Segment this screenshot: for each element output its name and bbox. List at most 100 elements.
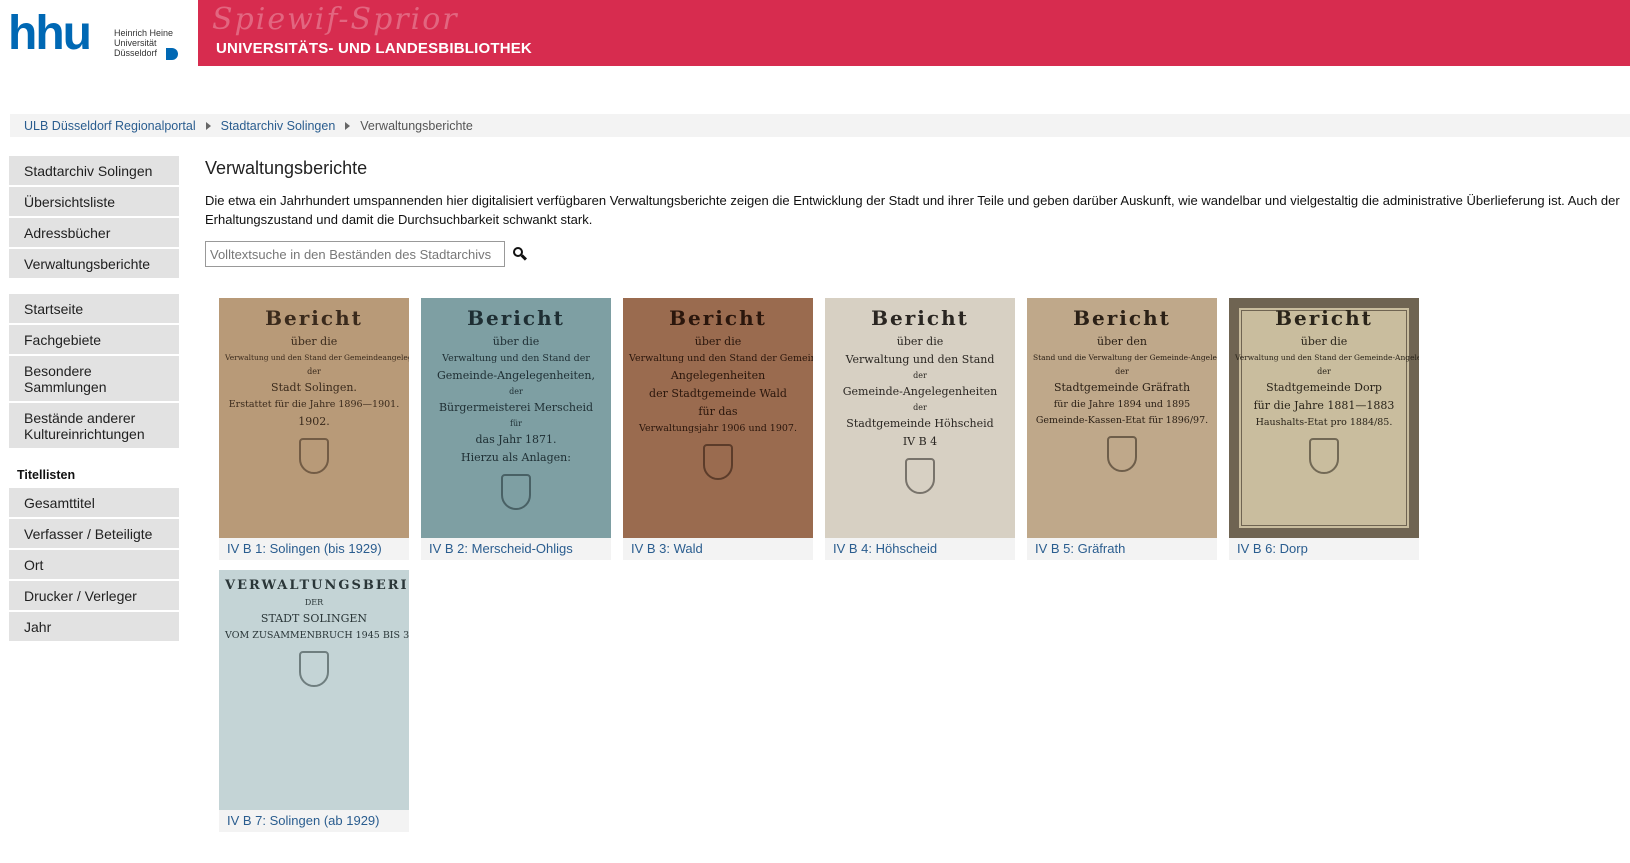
cover-text-line: Stadt Solingen. [271, 381, 357, 394]
report-card-label[interactable]: IV B 3: Wald [631, 541, 703, 556]
site-header: hhu Heinrich Heine Universität Düsseldor… [0, 0, 1630, 66]
sidebar-item-fachgebiete[interactable]: Fachgebiete [9, 325, 179, 354]
sidebar-item-gesamttitel[interactable]: Gesamttitel [9, 488, 179, 517]
sidebar-item-adressbuecher[interactable]: Adressbücher [9, 218, 179, 247]
cover-text-line: DER [304, 598, 324, 607]
report-card[interactable]: Bericht über den Stand und die Verwaltung … [1027, 298, 1217, 560]
main-content: Verwaltungsberichte Die etwa ein Jahrhun… [205, 156, 1625, 267]
cover-title-text: Bericht [467, 306, 565, 330]
sidebar-item-drucker[interactable]: Drucker / Verleger [9, 581, 179, 610]
cover-text-line: 1902. [298, 415, 330, 428]
report-cover-image[interactable]: Bericht über die Verwaltung und den Stand … [623, 298, 813, 538]
logo-sub-line: Universität [114, 38, 157, 48]
sidebar-item-bestaende-anderer[interactable]: Bestände anderer Kultureinrichtungen [9, 403, 179, 448]
sidebar-item-besondere-sammlungen[interactable]: Besondere Sammlungen [9, 356, 179, 401]
cover-text-line: Gemeinde-Angelegenheiten [842, 385, 998, 398]
breadcrumb-current: Verwaltungsberichte [360, 118, 473, 133]
cover-text-line: für die Jahre 1894 und 1895 [1053, 399, 1191, 410]
search-icon[interactable] [512, 246, 528, 262]
banner-title: UNIVERSITÄTS- UND LANDESBIBLIOTHEK [216, 40, 532, 57]
cover-text-line: Haushalts-Etat pro 1884/85. [1255, 417, 1393, 428]
cover-text-line: der [1115, 367, 1129, 376]
report-card[interactable]: Bericht über die Verwaltung und den Stand … [219, 298, 409, 560]
cover-text-line: über die [896, 335, 944, 348]
cover-text-line: über die [1300, 335, 1348, 348]
report-card-label[interactable]: IV B 5: Gräfrath [1035, 541, 1125, 556]
report-card[interactable]: Bericht über die Verwaltung und den Stand … [1229, 298, 1419, 560]
cover-text-line: das Jahr 1871. [475, 433, 557, 446]
breadcrumb-link-regionalportal[interactable]: ULB Düsseldorf Regionalportal [24, 119, 196, 133]
sidebar-item-stadtarchiv[interactable]: Stadtarchiv Solingen [9, 156, 179, 185]
cover-text-line: Erstattet für die Jahre 1896—1901. [228, 399, 400, 410]
page-title: Verwaltungsberichte [205, 158, 368, 178]
sidebar-item-uebersichtsliste[interactable]: Übersichtsliste [9, 187, 179, 216]
cover-text-line: über die [492, 335, 540, 348]
report-card-label[interactable]: IV B 4: Höhscheid [833, 541, 937, 556]
sidebar-item-ort[interactable]: Ort [9, 550, 179, 579]
hhu-logo-text: hhu [8, 7, 92, 60]
hhu-logo[interactable]: hhu Heinrich Heine Universität Düsseldor… [0, 0, 198, 66]
cover-text-line: Verwaltung und den Stand der Gemeinde-An… [1235, 353, 1419, 362]
logo-sub-line: Heinrich Heine [114, 28, 174, 38]
library-banner[interactable]: Spiewif-Sprior UNIVERSITÄTS- UND LANDESB… [198, 0, 1630, 66]
report-card-label[interactable]: IV B 2: Merscheid-Ohligs [429, 541, 573, 556]
cover-text-line: der [1317, 367, 1331, 376]
intro-text: Die etwa ein Jahrhundert umspannenden hi… [205, 193, 1620, 227]
sidebar-group-portal: Startseite Fachgebiete Besondere Sammlun… [9, 294, 179, 448]
sidebar-item-verwaltungsberichte[interactable]: Verwaltungsberichte [9, 249, 179, 278]
sidebar-item-startseite[interactable]: Startseite [9, 294, 179, 323]
cover-text-line: Gemeinde-Angelegenheiten, [437, 369, 595, 382]
cover-text-line: der [509, 387, 523, 396]
sidebar-group-archive: Stadtarchiv Solingen Übersichtsliste Adr… [9, 156, 179, 278]
cover-title-text: Bericht [265, 306, 363, 330]
sidebar-item-jahr[interactable]: Jahr [9, 612, 179, 641]
coat-of-arms-icon [703, 444, 733, 480]
cover-text-line: Verwaltungsjahr 1906 und 1907. [638, 423, 798, 434]
report-card[interactable]: Bericht über die Verwaltung und den Stand … [421, 298, 611, 560]
report-card[interactable]: Bericht über die Verwaltung und den Stand … [623, 298, 813, 560]
coat-of-arms-icon [1107, 436, 1137, 472]
cover-text-line: der [913, 371, 927, 380]
report-cover-image[interactable]: VERWALTUNGSBERICHT DER STADT SOLINGEN VOM Z… [219, 570, 409, 810]
cover-text-line: über den [1096, 335, 1148, 348]
report-card-label[interactable]: IV B 1: Solingen (bis 1929) [227, 541, 382, 556]
banner-script-decoration: Spiewif-Sprior [212, 2, 459, 37]
report-cover-image[interactable]: Bericht über die Verwaltung und den Stand d… [825, 298, 1015, 538]
report-cover-image[interactable]: Bericht über die Verwaltung und den Stand … [219, 298, 409, 538]
cover-text-line: für die Jahre 1881—1883 [1253, 399, 1395, 412]
cover-text-line: Stand und die Verwaltung der Gemeinde-An… [1033, 353, 1217, 362]
report-cover-image[interactable]: Bericht über die Verwaltung und den Stand … [1229, 298, 1419, 538]
cover-title-text: Bericht [1275, 306, 1373, 330]
cover-text-line: Hierzu als Anlagen: [461, 451, 571, 464]
cover-text-line: Verwaltung und den Stand [845, 353, 995, 366]
report-card[interactable]: Bericht über die Verwaltung und den Stand d… [825, 298, 1015, 560]
cover-text-line: IV B 4 [902, 435, 938, 448]
cover-text-line: Verwaltung und den Stand der [442, 353, 590, 364]
cover-text-line: VOM ZUSAMMENBRUCH 1945 BIS 31. MÄRZ 1949 [225, 630, 409, 641]
sidebar-item-verfasser[interactable]: Verfasser / Beteiligte [9, 519, 179, 548]
cover-text-line: Gemeinde-Kassen-Etat für 1896/97. [1035, 415, 1209, 426]
cover-title-text: Bericht [871, 306, 969, 330]
cover-text-line: über die [290, 335, 338, 348]
cover-text-line: Angelegenheiten [670, 369, 766, 382]
cover-text-line: Verwaltung und den Stand der Gemeindeang… [225, 353, 409, 362]
cover-text-line: STADT SOLINGEN [260, 612, 368, 625]
report-card-label[interactable]: IV B 6: Dorp [1237, 541, 1308, 556]
report-cover-image[interactable]: Bericht über den Stand und die Verwaltung … [1027, 298, 1217, 538]
report-card[interactable]: VERWALTUNGSBERICHT DER STADT SOLINGEN VOM Z… [219, 570, 409, 832]
coat-of-arms-icon [1309, 438, 1339, 474]
cover-text-line: der [913, 403, 927, 412]
cover-title-text: VERWALTUNGSBERICHT [225, 578, 409, 593]
cover-title-text: Bericht [669, 306, 767, 330]
report-cover-image[interactable]: Bericht über die Verwaltung und den Stand … [421, 298, 611, 538]
cover-text-line: Stadtgemeinde Gräfrath [1053, 381, 1191, 394]
report-card-label[interactable]: IV B 7: Solingen (ab 1929) [227, 813, 380, 828]
sidebar-nav: Stadtarchiv Solingen Übersichtsliste Adr… [9, 156, 179, 657]
search-input[interactable] [205, 241, 505, 267]
coat-of-arms-icon [501, 474, 531, 510]
coat-of-arms-icon [299, 651, 329, 687]
cover-text-line: der [307, 367, 321, 376]
cover-text-line: der Stadtgemeinde Wald [649, 387, 787, 400]
breadcrumb-link-stadtarchiv[interactable]: Stadtarchiv Solingen [221, 119, 336, 133]
search-icon-handle [520, 254, 528, 261]
